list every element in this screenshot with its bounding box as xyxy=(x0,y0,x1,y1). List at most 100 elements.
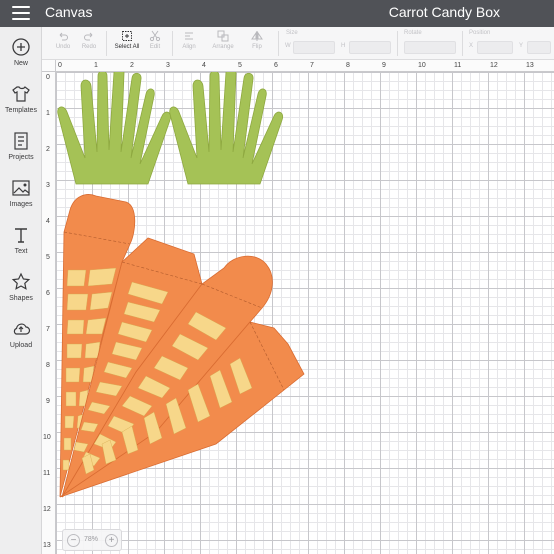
x-position-field[interactable] xyxy=(477,41,513,54)
select-all-icon xyxy=(122,31,132,41)
ruler-number: 11 xyxy=(43,470,51,477)
ruler-number: 7 xyxy=(46,326,50,333)
y-letter: Y xyxy=(519,43,524,49)
select-all-label: Select All xyxy=(114,44,140,50)
nav-shapes[interactable]: Shapes xyxy=(0,272,42,316)
undo-button[interactable]: Undo xyxy=(52,30,74,50)
nav-label: Shapes xyxy=(9,295,33,302)
nav-templates[interactable]: Templates xyxy=(0,84,42,128)
ruler-corner xyxy=(42,60,56,72)
ruler-number: 5 xyxy=(46,254,50,261)
y-position-field[interactable] xyxy=(527,41,551,54)
nav-label: Images xyxy=(9,201,33,208)
redo-label: Redo xyxy=(81,44,97,50)
flip-button[interactable]: Flip xyxy=(246,30,268,50)
zoom-in-button[interactable]: + xyxy=(105,534,118,547)
size-label: Size xyxy=(286,30,298,36)
hamburger-menu-icon[interactable] xyxy=(12,6,30,20)
ruler-number: 6 xyxy=(274,62,278,69)
nav-label: Templates xyxy=(5,107,37,114)
ruler-number: 9 xyxy=(46,398,50,405)
app-title: Canvas xyxy=(45,4,93,20)
ruler-number: 3 xyxy=(46,182,50,189)
carrot-top-leaf[interactable] xyxy=(57,72,172,185)
ruler-number: 2 xyxy=(46,146,50,153)
zoom-out-button[interactable]: − xyxy=(67,534,80,547)
ruler-number: 13 xyxy=(43,542,51,549)
ruler-number: 9 xyxy=(382,62,386,69)
nav-images[interactable]: Images xyxy=(0,178,42,222)
canvas-artwork xyxy=(57,72,305,498)
flip-icon xyxy=(251,31,263,41)
position-label: Position xyxy=(469,30,491,36)
projects-icon xyxy=(14,132,28,150)
top-ruler: 0 1 2 3 4 5 6 7 8 9 10 11 12 13 xyxy=(42,60,554,72)
project-title[interactable]: Carrot Candy Box xyxy=(389,4,500,20)
nav-projects[interactable]: Projects xyxy=(0,131,42,175)
height-letter: H xyxy=(341,43,346,49)
ruler-number: 10 xyxy=(418,62,426,69)
ruler-number: 11 xyxy=(454,62,462,69)
ruler-number: 5 xyxy=(238,62,242,69)
top-bar: Canvas Carrot Candy Box xyxy=(0,0,554,27)
ruler-number: 0 xyxy=(46,74,50,81)
ruler-number: 13 xyxy=(526,62,534,69)
toolbar-divider xyxy=(278,31,279,56)
arrange-button[interactable]: Arrange xyxy=(208,30,238,50)
left-sidebar: New Templates Projects Images Text Shape… xyxy=(0,27,42,554)
plus-circle-icon xyxy=(12,38,30,56)
nav-label: New xyxy=(13,60,28,67)
align-button[interactable]: Align xyxy=(178,30,200,50)
shirt-icon xyxy=(12,86,30,102)
edit-button[interactable]: Edit xyxy=(144,30,166,50)
ruler-number: 0 xyxy=(58,62,62,69)
flip-label: Flip xyxy=(252,44,262,50)
undo-icon xyxy=(59,32,68,41)
nav-label: Text xyxy=(14,248,28,255)
carrot-box-template[interactable] xyxy=(59,194,305,498)
ruler-number: 8 xyxy=(346,62,350,69)
edit-toolbar: Undo Redo Select All Edit Align Arrange … xyxy=(42,27,554,60)
x-letter: X xyxy=(469,43,474,49)
ruler-number: 12 xyxy=(43,506,51,513)
image-icon xyxy=(12,180,30,196)
ruler-number: 4 xyxy=(202,62,206,69)
nav-label: Projects xyxy=(8,154,34,161)
arrange-label: Arrange xyxy=(212,44,234,50)
arrange-icon xyxy=(217,30,229,42)
ruler-number: 8 xyxy=(46,362,50,369)
text-icon xyxy=(15,228,27,243)
shapes-icon xyxy=(11,272,31,290)
toolbar-divider xyxy=(106,31,107,56)
toolbar-divider xyxy=(172,31,173,56)
upload-cloud-icon xyxy=(13,323,31,335)
scissors-icon xyxy=(149,30,161,42)
width-letter: W xyxy=(285,43,291,49)
ruler-number: 4 xyxy=(46,218,50,225)
redo-button[interactable]: Redo xyxy=(78,30,100,50)
zoom-level: 78% xyxy=(84,536,99,543)
nav-new[interactable]: New xyxy=(0,37,42,81)
ruler-number: 1 xyxy=(46,110,50,117)
ruler-number: 12 xyxy=(490,62,498,69)
height-field[interactable] xyxy=(349,41,391,54)
edit-label: Edit xyxy=(149,44,161,50)
left-ruler: 0 1 2 3 4 5 6 7 8 9 10 11 12 13 xyxy=(42,72,56,554)
redo-icon xyxy=(84,32,93,41)
zoom-control: − 78% + xyxy=(62,529,122,551)
nav-upload[interactable]: Upload xyxy=(0,319,42,363)
carrot-top-leaf[interactable] xyxy=(169,72,284,185)
rotate-label: Rotate xyxy=(404,30,422,36)
ruler-number: 7 xyxy=(310,62,314,69)
ruler-number: 3 xyxy=(166,62,170,69)
align-label: Align xyxy=(182,44,196,50)
toolbar-divider xyxy=(397,31,398,56)
select-all-button[interactable]: Select All xyxy=(110,30,144,50)
align-icon xyxy=(185,32,193,40)
ruler-number: 6 xyxy=(46,290,50,297)
undo-label: Undo xyxy=(55,44,71,50)
width-field[interactable] xyxy=(293,41,335,54)
ruler-number: 1 xyxy=(94,62,98,69)
nav-text[interactable]: Text xyxy=(0,225,42,269)
rotate-field[interactable] xyxy=(404,41,456,54)
